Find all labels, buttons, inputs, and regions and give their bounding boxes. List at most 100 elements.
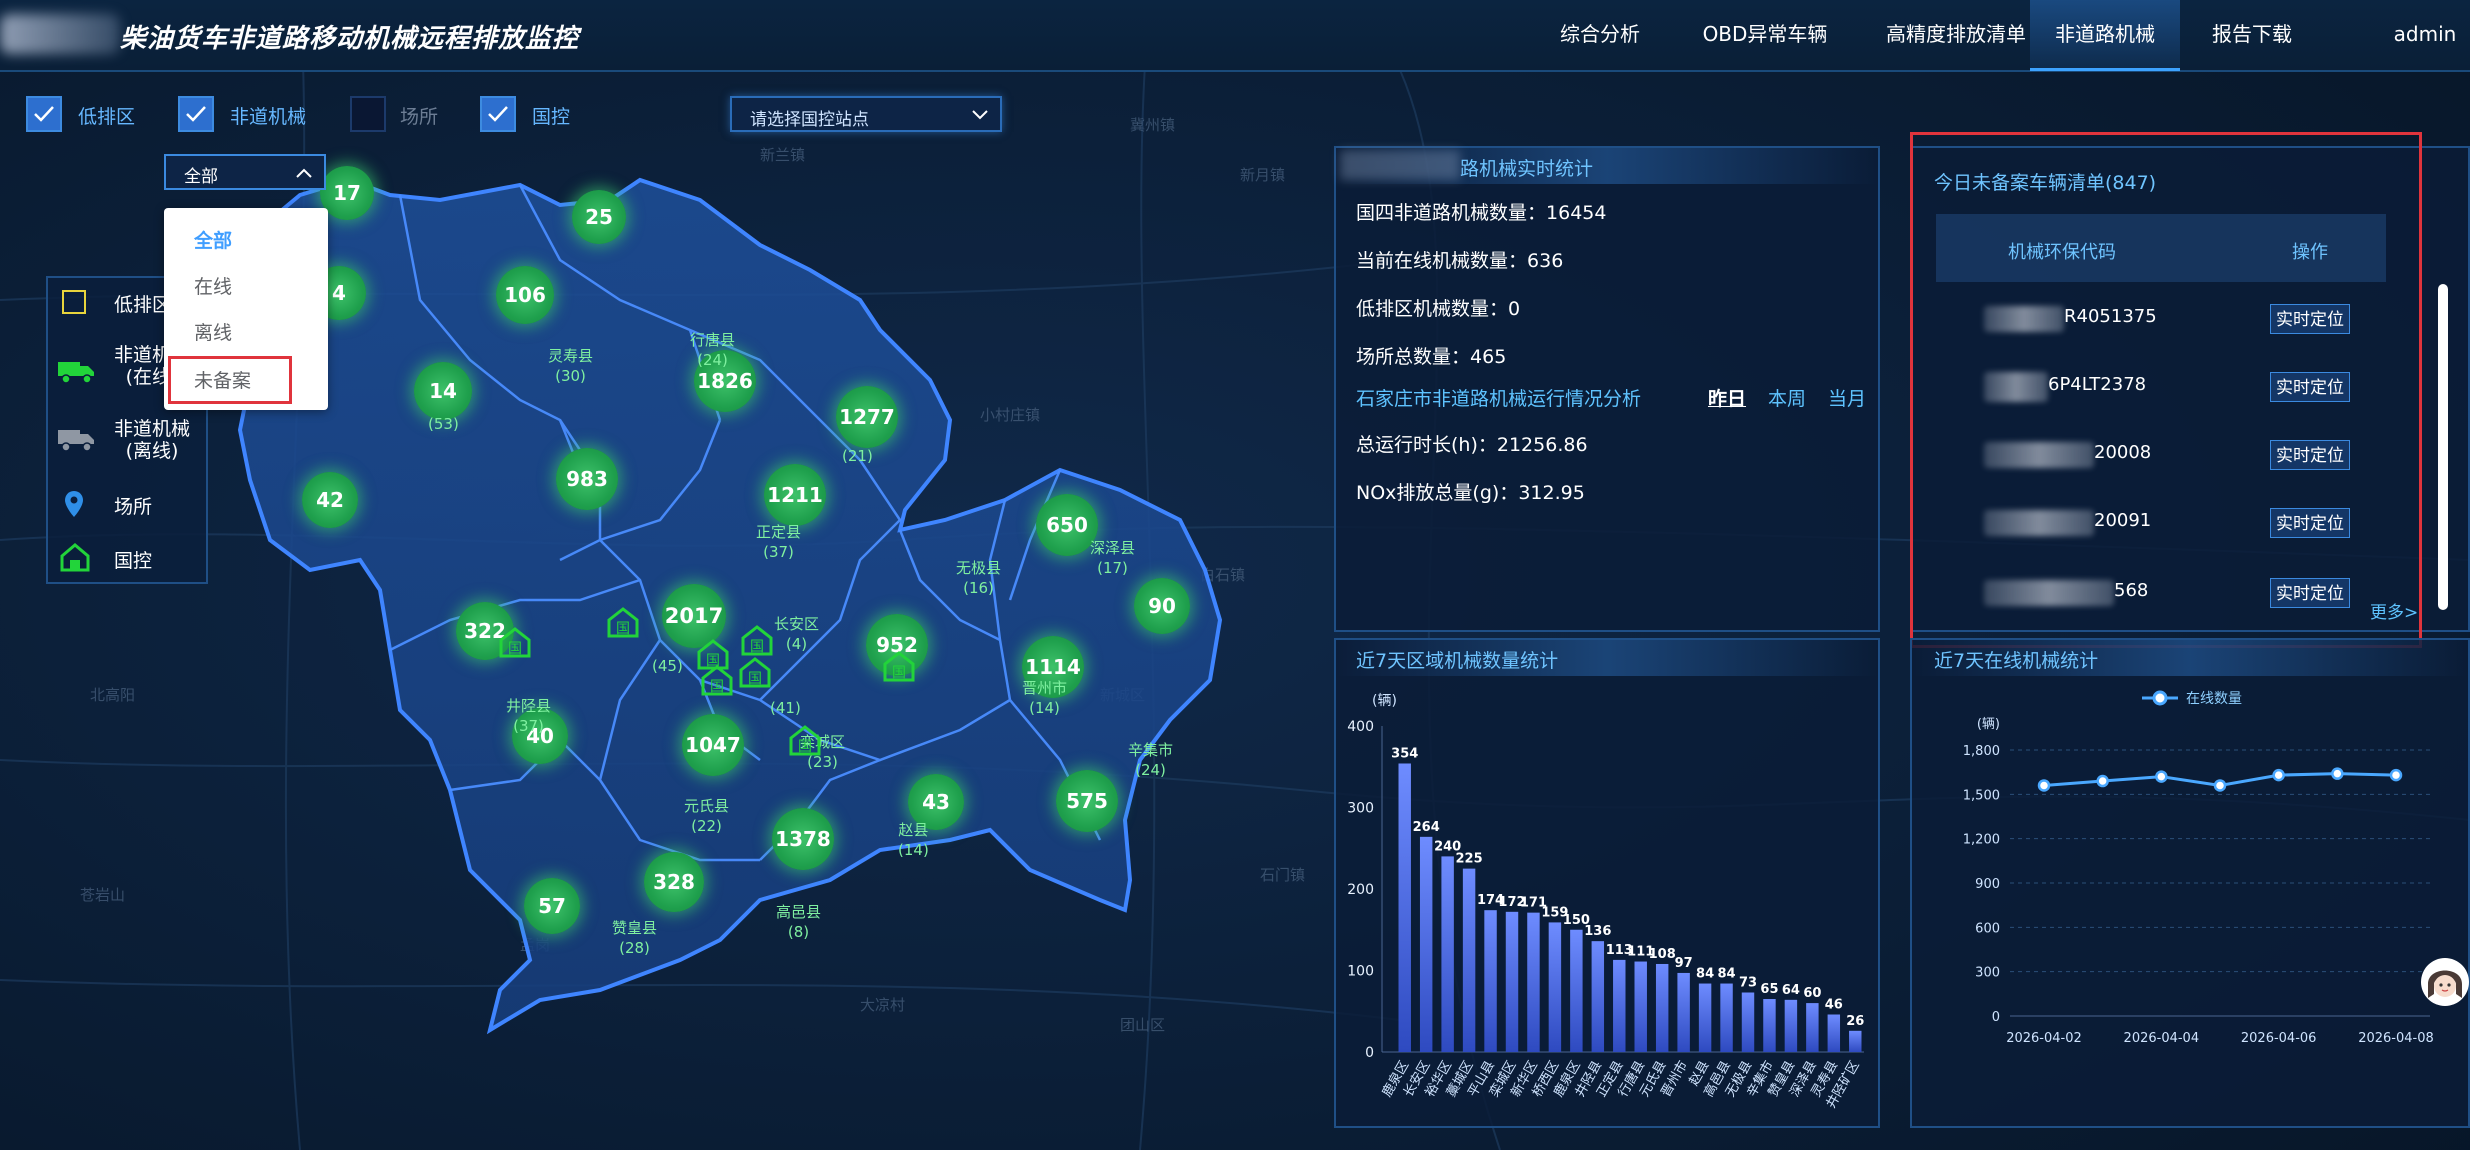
highlight-box [1910,132,2422,648]
bar [1441,856,1454,1052]
square-outline-icon [62,290,86,314]
legend-offline-label: 非道机械 [114,418,191,440]
bar-value-label: 264 [1413,820,1440,835]
svg-text:大凉村: 大凉村 [860,996,905,1014]
x-tick-label: 2026-04-04 [2124,1031,2200,1046]
top-header: 柴油货车非道路移动机械远程排放监控 综合分析 OBD异常车辆 高精度排放清单 非… [0,0,2470,72]
y-tick-label: 1,500 [1963,788,2000,803]
bar-chart[interactable]: 0100200300400354鹿泉区264长安区240裕华区225藁城区174… [1334,700,1880,1120]
stat-low-emission-machinery: 低排区机械数量：0 [1356,298,1521,320]
tab-overview[interactable]: 综合分析 [1540,0,1660,68]
layer-low-emission-checkbox[interactable] [26,96,62,132]
tab-report-download[interactable]: 报告下载 [2192,0,2312,68]
bar [1763,999,1776,1052]
status-option-offline[interactable]: 离线 [194,318,232,345]
county-label: 深泽县 (17) [1090,539,1136,577]
y-tick-label: 1,200 [1963,833,2000,848]
tab-emission-inventory[interactable]: 高精度排放清单 [1856,0,2056,68]
assistant-avatar-icon[interactable] [2420,954,2470,1010]
svg-text:团山区: 团山区 [1120,1016,1165,1034]
layer-low-emission-label: 低排区 [78,106,136,128]
realtime-stats-title: 路机械实时统计 [1460,158,1594,180]
map-cluster-badge[interactable]: 57 [524,878,580,934]
tab-nonroad-machinery[interactable]: 非道路机械 [2030,0,2180,71]
user-menu[interactable]: admin [2380,0,2470,68]
status-filter-select[interactable]: 全部 [164,154,326,190]
data-point [2213,779,2227,792]
station-icon[interactable]: 国 [788,724,822,756]
county-label: 灵寿县 (30) [548,347,594,385]
layer-state-control-checkbox[interactable] [480,96,516,132]
station-select[interactable]: 请选择国控站点 [730,96,1002,132]
y-tick-label: 300 [1347,801,1374,817]
line-chart[interactable]: 在线数量 (辆) 0 300 600 900 1,200 1,500 1,800 2026-04-… [1910,676,2470,1126]
map-cluster-badge[interactable]: 106 [496,266,554,324]
svg-text:国: 国 [710,679,724,695]
stat-total-machinery: 国四非道路机械数量：16454 [1356,202,1607,224]
region-count-chart-title: 近7天区域机械数量统计 [1356,650,1559,672]
y-tick-label: 1,800 [1963,744,2000,759]
bar [1591,941,1605,1052]
map-cluster-badge[interactable]: 1211 [764,464,826,526]
data-point [2096,774,2109,788]
map-cluster-badge[interactable]: 1378 [772,808,834,870]
y-tick-label: 0 [1992,1010,2000,1025]
x-tick-label: 2026-04-08 [2358,1031,2434,1046]
period-yesterday[interactable]: 昨日 [1708,384,1746,411]
legend-site: 场所 [114,496,153,518]
map-cluster-badge[interactable]: 25 [572,190,626,244]
bar [1398,763,1411,1052]
layer-nonroad-label: 非道机械 [230,106,307,128]
status-option-online[interactable]: 在线 [194,272,232,299]
period-this-week[interactable]: 本周 [1768,384,1806,411]
station-icon[interactable]: 国 [606,606,640,638]
svg-text:北高阳: 北高阳 [90,686,135,704]
logo-redacted [0,14,120,54]
map-cluster-badge[interactable]: 1047 [682,714,744,776]
station-icon[interactable]: 国 [882,650,916,682]
check-icon [186,106,206,122]
bar-value-label: 84 [1717,967,1735,982]
y-tick-label: 400 [1347,719,1374,735]
map-cluster-badge[interactable]: 17 [320,166,374,220]
station-icon[interactable]: 国 [740,624,774,656]
county-label: 赵县 (14) [898,821,929,859]
bar [1634,961,1647,1052]
bar [1698,983,1712,1052]
bar-value-label: 65 [1760,982,1778,997]
map-cluster-badge[interactable]: 42 [302,472,358,528]
status-option-all[interactable]: 全部 [194,226,232,253]
layer-nonroad-checkbox[interactable] [178,96,214,132]
layer-site-checkbox[interactable] [350,96,386,132]
data-point [2272,768,2285,782]
map-cluster-badge[interactable]: 575 [1056,770,1118,832]
stat-nox: NOx排放总量(g)：312.95 [1356,482,1585,504]
bar-value-label: 97 [1675,956,1693,971]
analysis-title: 石家庄市非道路机械运行情况分析 [1356,388,1642,410]
stat-site-total: 场所总数量：465 [1356,346,1507,368]
map-cluster-badge[interactable]: 650 [1036,494,1098,556]
stat-online-machinery: 当前在线机械数量：636 [1356,250,1564,272]
map-cluster-badge[interactable]: 90 [1134,578,1190,634]
tab-obd-abnormal[interactable]: OBD异常车辆 [1680,0,1850,68]
bar [1827,1014,1841,1052]
map-cluster-badge[interactable]: 983 [556,448,618,510]
county-label: 辛集市 (24) [1128,741,1174,779]
legend-marker [2152,690,2168,706]
title-redacted [1340,150,1460,180]
map-cluster-badge[interactable]: 328 [644,852,704,912]
county-label: 晋州市 (14) [1022,679,1068,717]
y-tick-label: 300 [1975,966,2000,981]
svg-text:石门镇: 石门镇 [1260,866,1305,884]
station-icon[interactable]: 国 [498,626,532,658]
chevron-down-icon [972,110,988,120]
y-tick-label: 100 [1347,964,1374,980]
station-icon[interactable]: 国 [738,656,772,688]
list-scrollbar[interactable] [2438,284,2448,610]
county-label: (41) [770,699,801,717]
svg-text:国: 国 [798,739,812,755]
legend-offline: 非道机械 (离线) [114,418,190,462]
period-this-month[interactable]: 当月 [1828,384,1866,411]
bar [1720,983,1733,1052]
station-icon[interactable]: 国 [700,664,734,696]
